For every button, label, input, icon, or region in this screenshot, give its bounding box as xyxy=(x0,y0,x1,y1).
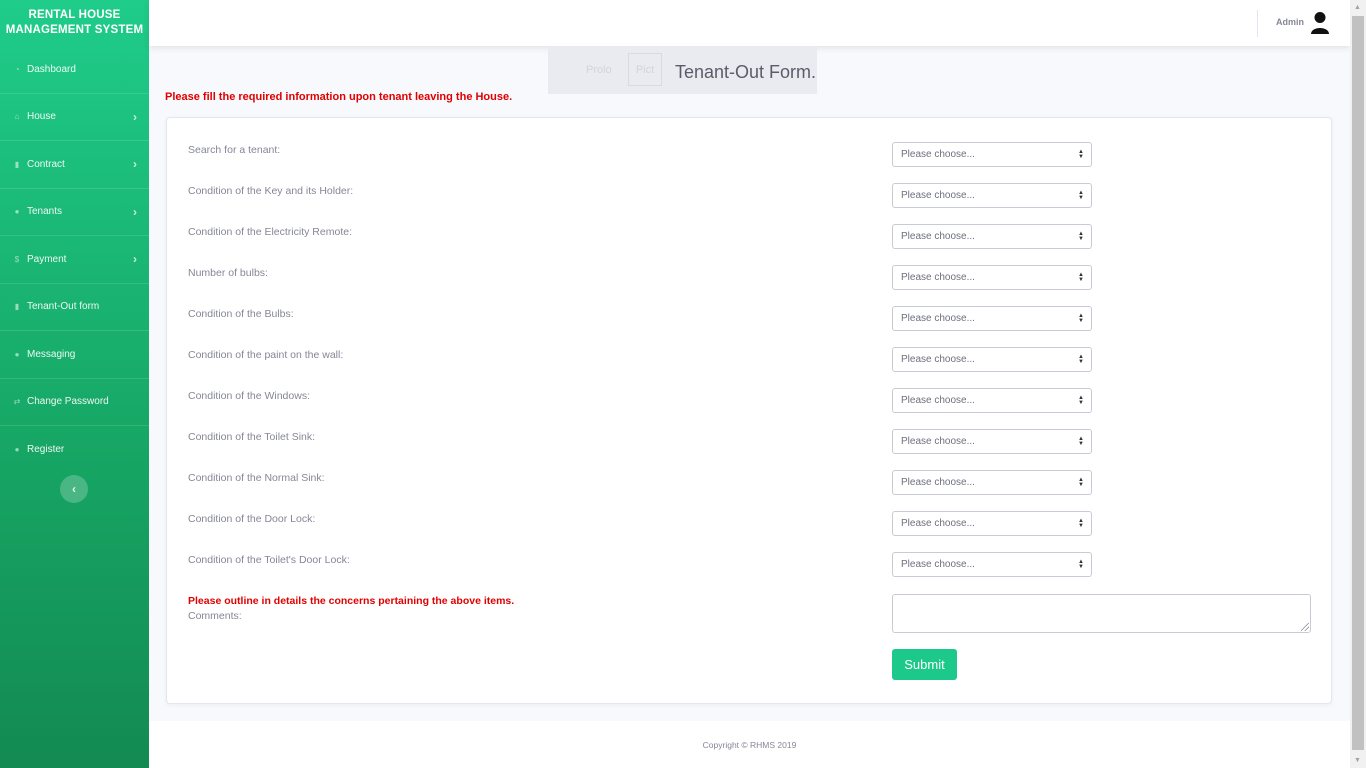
select-arrows-icon: ▲ ▼ xyxy=(1078,312,1084,324)
sidebar-item-messaging[interactable]: ● Messaging xyxy=(0,331,149,379)
trash-icon: ▮ xyxy=(14,302,20,312)
ghost-text: Prolo xyxy=(586,64,612,76)
select-arrows-icon: ▲ ▼ xyxy=(1078,558,1084,570)
tenant-out-form-card: Search for a tenant: Please choose... ▲ ▼ Co… xyxy=(166,117,1332,704)
field-label: Condition of the Toilet Sink: xyxy=(188,431,316,443)
select-value: Please choose... xyxy=(901,272,975,283)
field-select[interactable]: Please choose... ▲ ▼ xyxy=(892,224,1092,249)
footer: Copyright © RHMS 2019 xyxy=(149,721,1350,768)
chevron-right-icon: › xyxy=(133,204,137,219)
scroll-down-icon[interactable]: ▼ xyxy=(1354,757,1361,764)
field-select[interactable]: Please choose... ▲ ▼ xyxy=(892,306,1092,331)
select-value: Please choose... xyxy=(901,149,975,160)
field-select[interactable]: Please choose... ▲ ▼ xyxy=(892,183,1092,208)
exchange-icon: ⇄ xyxy=(13,397,21,407)
page-scrollbar[interactable]: ▲ ▼ xyxy=(1350,0,1366,768)
sidebar-item-label: Register xyxy=(27,444,65,456)
sidebar: RENTAL HOUSE MANAGEMENT SYSTEM ◔ Dashboar… xyxy=(0,0,149,768)
comments-textarea[interactable] xyxy=(892,594,1311,633)
select-value: Please choose... xyxy=(901,477,975,488)
sidebar-toggle-button[interactable]: ‹ xyxy=(60,475,88,503)
field-label: Condition of the Door Lock: xyxy=(188,513,316,525)
field-select[interactable]: Please choose... ▲ ▼ xyxy=(892,470,1092,495)
sidebar-item-dashboard[interactable]: ◔ Dashboard xyxy=(0,46,149,94)
user-icon: ● xyxy=(14,445,20,455)
field-label: Condition of the Normal Sink: xyxy=(188,472,325,484)
concern-notice: Please outline in details the concerns p… xyxy=(188,595,515,607)
select-value: Please choose... xyxy=(901,313,975,324)
field-select[interactable]: Please choose... ▲ ▼ xyxy=(892,265,1092,290)
field-select[interactable]: Please choose... ▲ ▼ xyxy=(892,552,1092,577)
home-icon: ⌂ xyxy=(14,112,20,122)
sidebar-item-tenants[interactable]: ● Tenants › xyxy=(0,189,149,236)
copyright-text: Copyright © RHMS 2019 xyxy=(702,740,797,750)
field-label: Condition of the Bulbs: xyxy=(188,308,294,320)
topbar: Admin xyxy=(149,0,1350,46)
select-value: Please choose... xyxy=(901,518,975,529)
sidebar-item-label: Tenant-Out form xyxy=(27,301,100,313)
select-arrows-icon: ▲ ▼ xyxy=(1078,148,1084,160)
select-value: Please choose... xyxy=(901,231,975,242)
field-label: Condition of the Windows: xyxy=(188,390,310,402)
field-label: Condition of the Toilet's Door Lock: xyxy=(188,554,350,566)
select-value: Please choose... xyxy=(901,190,975,201)
comments-icon: ● xyxy=(14,349,20,359)
resize-handle-icon[interactable] xyxy=(1301,623,1309,631)
field-label: Condition of the Electricity Remote: xyxy=(188,226,352,238)
select-value: Please choose... xyxy=(901,436,975,447)
sidebar-item-tenant-out-form[interactable]: ▮ Tenant-Out form xyxy=(0,284,149,331)
scroll-thumb[interactable] xyxy=(1352,16,1364,750)
chevron-right-icon: › xyxy=(133,252,137,267)
select-arrows-icon: ▲ ▼ xyxy=(1078,435,1084,447)
sidebar-item-label: Payment xyxy=(27,253,67,265)
form-notice: Please fill the required information upo… xyxy=(165,91,513,103)
field-select[interactable]: Please choose... ▲ ▼ xyxy=(892,142,1092,167)
select-arrows-icon: ▲ ▼ xyxy=(1078,353,1084,365)
select-value: Please choose... xyxy=(901,559,975,570)
field-select[interactable]: Please choose... ▲ ▼ xyxy=(892,388,1092,413)
user-avatar-icon[interactable] xyxy=(1310,11,1330,35)
sidebar-item-label: Contract xyxy=(27,158,65,170)
select-arrows-icon: ▲ ▼ xyxy=(1078,394,1084,406)
field-label: Condition of the paint on the wall: xyxy=(188,349,344,361)
select-arrows-icon: ▲ ▼ xyxy=(1078,517,1084,529)
sidebar-item-payment[interactable]: $ Payment › xyxy=(0,236,149,284)
user-icon: ● xyxy=(14,207,20,217)
submit-button[interactable]: Submit xyxy=(892,649,957,680)
sidebar-item-label: Dashboard xyxy=(27,63,76,75)
field-label: Number of bulbs: xyxy=(188,267,268,279)
sidebar-item-register[interactable]: ● Register xyxy=(0,426,149,474)
field-label: Search for a tenant: xyxy=(188,144,281,156)
sidebar-item-label: Messaging xyxy=(27,348,76,360)
dashboard-icon: ◔ xyxy=(14,64,20,74)
select-value: Please choose... xyxy=(901,354,975,365)
select-arrows-icon: ▲ ▼ xyxy=(1078,271,1084,283)
user-name[interactable]: Admin xyxy=(1276,17,1304,27)
page-title: Tenant-Out Form. xyxy=(675,62,817,82)
sidebar-item-house[interactable]: ⌂ House › xyxy=(0,94,149,141)
chevron-right-icon: › xyxy=(133,157,137,172)
sidebar-item-contract[interactable]: ▮ Contract › xyxy=(0,141,149,189)
select-arrows-icon: ▲ ▼ xyxy=(1078,189,1084,201)
select-arrows-icon: ▲ ▼ xyxy=(1078,476,1084,488)
select-arrows-icon: ▲ ▼ xyxy=(1078,230,1084,242)
topbar-divider xyxy=(1257,10,1258,37)
brand-title[interactable]: RENTAL HOUSE MANAGEMENT SYSTEM xyxy=(0,0,149,46)
chevron-left-icon: ‹ xyxy=(72,482,76,496)
comments-label: Comments: xyxy=(188,610,242,622)
field-select[interactable]: Please choose... ▲ ▼ xyxy=(892,429,1092,454)
scroll-up-icon[interactable]: ▲ xyxy=(1354,4,1361,11)
file-icon: ▮ xyxy=(14,159,20,169)
sidebar-item-label: Change Password xyxy=(27,396,109,408)
field-select[interactable]: Please choose... ▲ ▼ xyxy=(892,347,1092,372)
sidebar-item-label: House xyxy=(27,111,56,123)
sidebar-item-change-password[interactable]: ⇄ Change Password xyxy=(0,379,149,426)
field-label: Condition of the Key and its Holder: xyxy=(188,185,354,197)
sidebar-item-label: Tenants xyxy=(27,206,63,218)
dollar-icon: $ xyxy=(14,254,20,264)
ghost-box: Pict xyxy=(628,53,662,86)
field-select[interactable]: Please choose... ▲ ▼ xyxy=(892,511,1092,536)
chevron-right-icon: › xyxy=(133,109,137,124)
select-value: Please choose... xyxy=(901,395,975,406)
